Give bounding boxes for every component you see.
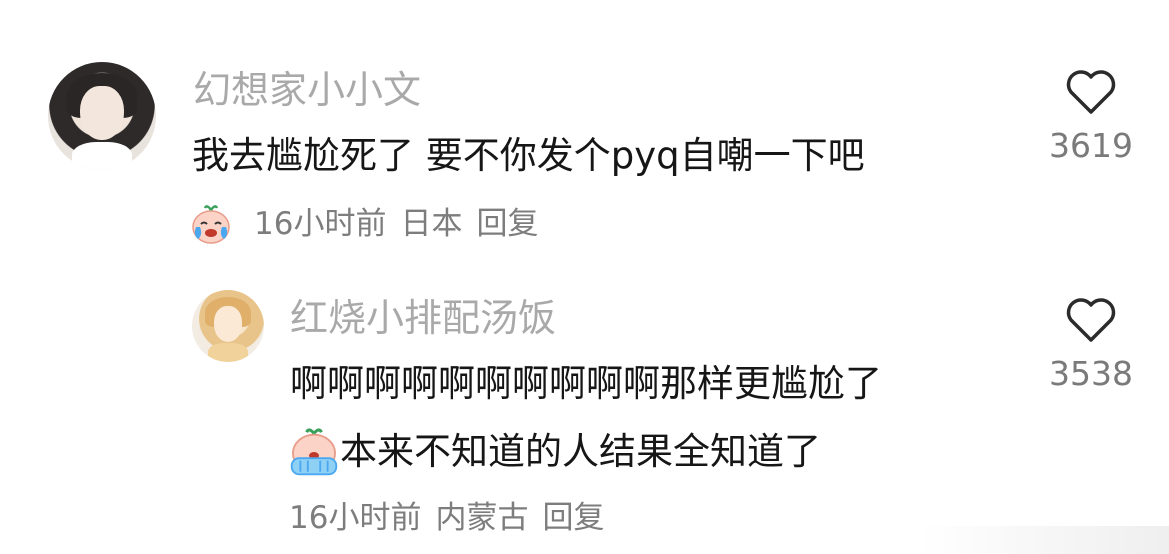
reply-button[interactable]: 回复 bbox=[542, 500, 604, 536]
avatar-face bbox=[213, 305, 243, 342]
avatar-collar bbox=[71, 141, 133, 170]
avatar[interactable] bbox=[48, 62, 156, 170]
avatar-face bbox=[80, 85, 124, 140]
comment-text[interactable]: 我去尴尬死了 要不你发个pyq自嘲一下吧 bbox=[192, 133, 865, 179]
avatar[interactable] bbox=[192, 290, 264, 362]
comment-time: 16小时前 bbox=[289, 500, 422, 536]
like-count: 3619 bbox=[1049, 126, 1133, 165]
username[interactable]: 幻想家小小文 bbox=[193, 68, 421, 112]
comment-text-line2: 本来不知道的人结果全知道了 bbox=[340, 430, 821, 473]
crying-laughing-sticker-icon bbox=[190, 203, 232, 245]
comment-time: 16小时前 bbox=[254, 206, 387, 242]
reply-comment-item: 红烧小排配汤饭 啊啊啊啊啊啊啊啊啊啊那样更尴尬了 本来不知道的人结果全知道了 1… bbox=[0, 260, 1169, 554]
comment-text-line[interactable]: 啊啊啊啊啊啊啊啊啊啊那样更尴尬了 bbox=[290, 361, 882, 407]
bottom-edge-shadow bbox=[919, 526, 1169, 554]
avatar-collar bbox=[207, 343, 249, 362]
like-count: 3538 bbox=[1049, 354, 1133, 393]
comment-text-line[interactable]: 本来不知道的人结果全知道了 bbox=[288, 426, 821, 478]
heart-outline-icon bbox=[1066, 298, 1116, 342]
like-button[interactable]: 3538 bbox=[1036, 296, 1146, 394]
like-button[interactable]: 3619 bbox=[1036, 68, 1146, 166]
comment-location: 日本 bbox=[400, 206, 463, 242]
covering-face-sticker-icon bbox=[288, 426, 340, 478]
reply-button[interactable]: 回复 bbox=[476, 206, 538, 242]
username[interactable]: 红烧小排配汤饭 bbox=[290, 296, 556, 340]
heart-outline-icon bbox=[1066, 70, 1116, 114]
comment-meta: 16小时前 日本 回复 bbox=[190, 203, 538, 245]
comment-item: 幻想家小小文 我去尴尬死了 要不你发个pyq自嘲一下吧 16小时前 日本 回复 … bbox=[0, 0, 1169, 260]
comment-location: 内蒙古 bbox=[435, 500, 529, 536]
comment-meta: 16小时前 内蒙古 回复 bbox=[289, 500, 604, 536]
